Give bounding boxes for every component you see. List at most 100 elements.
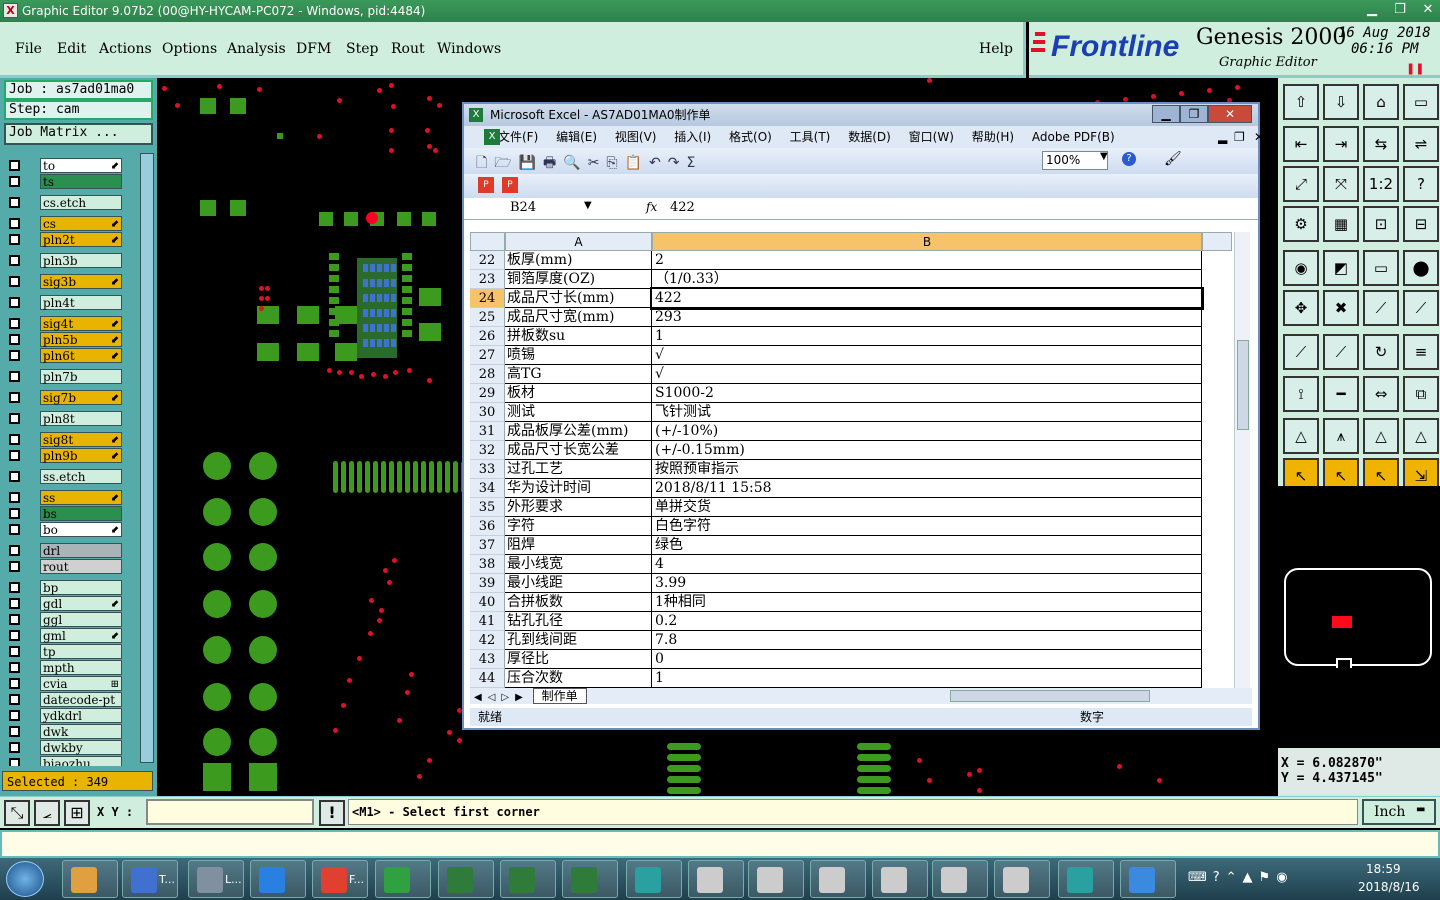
layer-row-pln4t[interactable]: pln4t [6, 295, 124, 310]
circle-icon[interactable]: ⬤ [1403, 250, 1439, 286]
delete-icon[interactable]: ✖ [1323, 290, 1359, 326]
line-horizontal-icon[interactable]: ━ [1323, 376, 1359, 412]
menu-edit[interactable]: Edit [57, 41, 86, 57]
cell-a[interactable]: 板材 [505, 384, 652, 403]
cell-b[interactable]: (+/-0.15mm) [652, 441, 1202, 460]
taskbar-app[interactable] [562, 860, 618, 898]
taskbar-app[interactable]: F... [312, 860, 368, 898]
layer-name[interactable]: ss ⬋ [40, 490, 122, 505]
flip-icon[interactable]: ≡ [1403, 334, 1439, 370]
row-number[interactable]: 38 [470, 555, 505, 574]
copy-icon[interactable]: ⧉ [1403, 376, 1439, 412]
taskbar-app[interactable] [872, 860, 928, 898]
layer-visibility-checkbox[interactable] [9, 561, 20, 572]
layer-visibility-checkbox[interactable] [9, 334, 20, 345]
line-add-icon[interactable]: ⟋ [1403, 290, 1439, 326]
spreadsheet-grid[interactable]: A B 22 板厚(mm) 2 23 铜箔厚度(OZ) （1/0.33） 24 成品尺寸长(m… [470, 232, 1252, 688]
connect-icon[interactable]: ✥ [1283, 290, 1319, 326]
cell-b[interactable]: 1 [652, 669, 1202, 688]
row-number[interactable]: 34 [470, 479, 505, 498]
function-icon[interactable]: fx [646, 200, 657, 214]
excel-menu-pdf[interactable]: Adobe PDF(B) [1032, 130, 1115, 144]
layer-row-dwkby[interactable]: dwkby [6, 740, 124, 755]
layer-name[interactable]: dwkby [40, 740, 122, 755]
layer-name[interactable]: bo ⬋ [40, 522, 122, 537]
chevron-down-icon[interactable]: ▼ [1100, 151, 1108, 162]
menu-step[interactable]: Step [346, 41, 378, 57]
row-number[interactable]: 44 [470, 669, 505, 688]
column-header-a[interactable]: A [505, 232, 652, 251]
layer-name[interactable]: tp [40, 644, 122, 659]
layer-visibility-checkbox[interactable] [9, 545, 20, 556]
doc-restore-icon[interactable]: ❐ [1234, 126, 1245, 148]
taskbar-app[interactable] [1120, 860, 1176, 898]
row-number[interactable]: 24 [470, 289, 505, 308]
layer-row-pln3b[interactable]: pln3b [6, 253, 124, 268]
cell-b[interactable]: 按照预审指示 [652, 460, 1202, 479]
layer-visibility-checkbox[interactable] [9, 218, 20, 229]
layer-name[interactable]: sig8t ⬋ [40, 432, 122, 447]
cell-a[interactable]: 测试 [505, 403, 652, 422]
vertical-scrollbar[interactable] [1234, 232, 1250, 688]
layer-row-cs[interactable]: cs ⬋ [6, 216, 124, 231]
row-number[interactable]: 26 [470, 327, 505, 346]
horizontal-scroll-thumb[interactable] [950, 690, 1150, 702]
layer-visibility-checkbox[interactable] [9, 413, 20, 424]
layer-visibility-checkbox[interactable] [9, 392, 20, 403]
layer-name[interactable]: ss.etch [40, 469, 122, 484]
fit-profile-icon[interactable]: ⤧ [1323, 166, 1359, 202]
excel-window[interactable]: X Microsoft Excel - AS7AD01MA0制作单 ▁ ❐ ✕ … [462, 102, 1264, 730]
layer-name[interactable]: gml ⬋ [40, 628, 122, 643]
taskbar-app[interactable] [810, 860, 866, 898]
layer-visibility-checkbox[interactable] [9, 694, 20, 705]
job-matrix-button[interactable]: Job Matrix ... [4, 123, 153, 145]
layer-visibility-checkbox[interactable] [9, 742, 20, 753]
layer-name[interactable]: pln9b ⬋ [40, 448, 122, 463]
start-button[interactable] [6, 861, 44, 897]
excel-menu-edit[interactable]: 编辑(E) [556, 130, 597, 144]
cell-b[interactable]: 2018/8/11 15:58 [652, 479, 1202, 498]
row-number[interactable]: 29 [470, 384, 505, 403]
layer-row-csetch[interactable]: cs.etch [6, 195, 124, 210]
cell-a[interactable]: 压合次数 [505, 669, 652, 688]
menu-dfm[interactable]: DFM [296, 41, 331, 57]
zoom-select[interactable]: 100% [1042, 151, 1108, 170]
cell-b[interactable]: 0.2 [652, 612, 1202, 631]
layer-row-sig3b[interactable]: sig3b ⬋ [6, 274, 124, 289]
layer-name[interactable]: pln3b [40, 253, 122, 268]
layer-row-ts[interactable]: ts [6, 174, 124, 189]
taskbar-app[interactable] [1058, 860, 1114, 898]
excel-menu-data[interactable]: 数据(D) [848, 130, 891, 144]
layer-row-pln7b[interactable]: pln7b [6, 369, 124, 384]
layer-name[interactable]: datecode-pt [40, 692, 122, 707]
layer-row-datecodept[interactable]: datecode-pt [6, 692, 124, 707]
layer-name[interactable]: cs.etch [40, 195, 122, 210]
layer-name[interactable]: pln2t ⬋ [40, 232, 122, 247]
row-number[interactable]: 37 [470, 536, 505, 555]
pan-swap-icon[interactable]: ⇆ [1363, 126, 1399, 162]
grid-icon[interactable]: ⊞ [64, 800, 90, 826]
slash-icon[interactable]: ⟋ [1283, 334, 1319, 370]
cell-a[interactable]: 喷锡 [505, 346, 652, 365]
layer-visibility-checkbox[interactable] [9, 598, 20, 609]
unit-dropdown-icon[interactable]: ▬ [1416, 804, 1425, 815]
layer-visibility-checkbox[interactable] [9, 450, 20, 461]
query-icon[interactable]: ? [1403, 166, 1439, 202]
layer-row-ssetch[interactable]: ss.etch [6, 469, 124, 484]
layer-row-dwk[interactable]: dwk [6, 724, 124, 739]
row-number[interactable]: 27 [470, 346, 505, 365]
layer-name[interactable]: gdl ⬋ [40, 596, 122, 611]
cell-b[interactable]: √ [652, 365, 1202, 384]
layer-visibility-checkbox[interactable] [9, 646, 20, 657]
cell-b[interactable]: 422 [650, 287, 1204, 310]
row-number[interactable]: 35 [470, 498, 505, 517]
layer-visibility-checkbox[interactable] [9, 197, 20, 208]
cell-b[interactable]: 293 [652, 308, 1202, 327]
layer-visibility-checkbox[interactable] [9, 582, 20, 593]
row-number[interactable]: 40 [470, 593, 505, 612]
alert-icon[interactable]: ! [319, 800, 345, 826]
cell-b[interactable]: (+/-10%) [652, 422, 1202, 441]
layer-row-bs[interactable]: bs [6, 506, 124, 521]
vertical-scroll-thumb[interactable] [1237, 340, 1249, 430]
menu-rout[interactable]: Rout [391, 41, 425, 57]
